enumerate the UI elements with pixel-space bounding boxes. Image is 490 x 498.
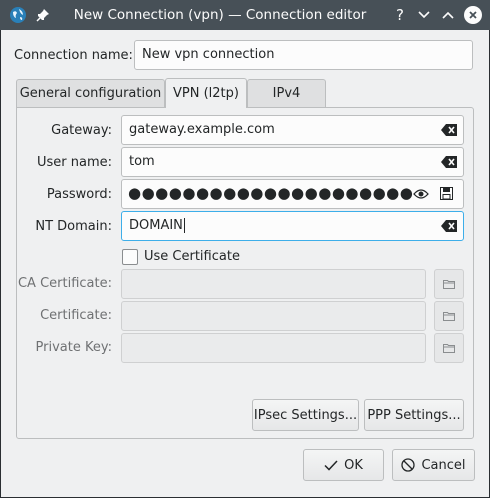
title-bar: New Connection (vpn) — Connection editor… (0, 0, 490, 30)
private-key-label: Private Key: (35, 340, 112, 355)
close-icon (464, 6, 482, 24)
nt-domain-text: DOMAIN (129, 218, 185, 233)
gateway-value: gateway.example.com (129, 122, 275, 137)
ppp-settings-button[interactable]: PPP Settings... (364, 399, 464, 431)
clear-icon[interactable] (441, 220, 457, 232)
nt-domain-label: NT Domain: (35, 219, 112, 234)
folder-icon (443, 344, 455, 353)
username-value: tom (129, 154, 155, 169)
pin-icon[interactable] (34, 6, 52, 24)
password-label: Password: (46, 187, 112, 202)
private-key-browse-button[interactable] (434, 333, 464, 363)
use-certificate-checkbox[interactable] (122, 249, 138, 265)
certificate-input[interactable] (121, 301, 426, 331)
save-password-icon[interactable] (440, 187, 453, 200)
clear-icon[interactable] (441, 156, 457, 168)
tab-ipv4[interactable]: IPv4 (247, 79, 326, 107)
private-key-input[interactable] (121, 333, 426, 363)
connection-name-field[interactable]: New vpn connection (134, 40, 473, 70)
certificate-browse-button[interactable] (434, 301, 464, 331)
username-label: User name: (36, 155, 112, 170)
ipsec-settings-button[interactable]: IPsec Settings... (252, 399, 359, 431)
tab-general-configuration[interactable]: General configuration (16, 79, 165, 107)
folder-icon (443, 280, 455, 289)
help-button[interactable]: ? (389, 5, 411, 25)
gateway-label: Gateway: (51, 123, 112, 138)
connection-editor-window: Connection name: New vpn connection Gene… (1, 30, 489, 497)
network-globe-icon[interactable] (9, 6, 27, 24)
connection-name-label: Connection name: (14, 48, 133, 63)
chevron-up-icon (442, 11, 454, 19)
clear-icon[interactable] (441, 124, 457, 136)
close-button[interactable] (462, 5, 484, 25)
cancel-button[interactable]: Cancel (392, 449, 475, 481)
connection-name-value: New vpn connection (142, 47, 275, 62)
folder-icon (443, 312, 455, 321)
certificate-label: Certificate: (40, 308, 112, 323)
nt-domain-input[interactable]: DOMAIN (121, 211, 464, 241)
cancel-label: Cancel (421, 457, 466, 473)
text-caret (183, 218, 185, 233)
minimize-button[interactable] (413, 5, 435, 25)
username-input[interactable]: tom (121, 147, 464, 177)
maximize-button[interactable] (437, 5, 459, 25)
show-password-eye-icon[interactable] (413, 188, 429, 200)
ca-certificate-input[interactable] (121, 269, 426, 299)
tab-vpn-l2tp[interactable]: VPN (l2tp) (165, 78, 247, 108)
use-certificate-label[interactable]: Use Certificate (144, 249, 240, 264)
nt-domain-value: DOMAIN (129, 218, 183, 233)
ok-label: OK (344, 457, 363, 473)
gateway-input[interactable]: gateway.example.com (121, 115, 464, 145)
checkmark-icon (324, 459, 338, 471)
password-input[interactable]: ●●●●●●●●●●●●●●●●●●●●● (121, 179, 464, 209)
window-title: New Connection (vpn) — Connection editor (73, 7, 367, 23)
ok-button[interactable]: OK (303, 449, 384, 481)
cancel-icon (401, 458, 416, 472)
password-value: ●●●●●●●●●●●●●●●●●●●●● (128, 184, 414, 202)
chevron-down-icon (418, 11, 430, 19)
ca-certificate-browse-button[interactable] (434, 269, 464, 299)
ca-certificate-label: CA Certificate: (17, 276, 112, 291)
